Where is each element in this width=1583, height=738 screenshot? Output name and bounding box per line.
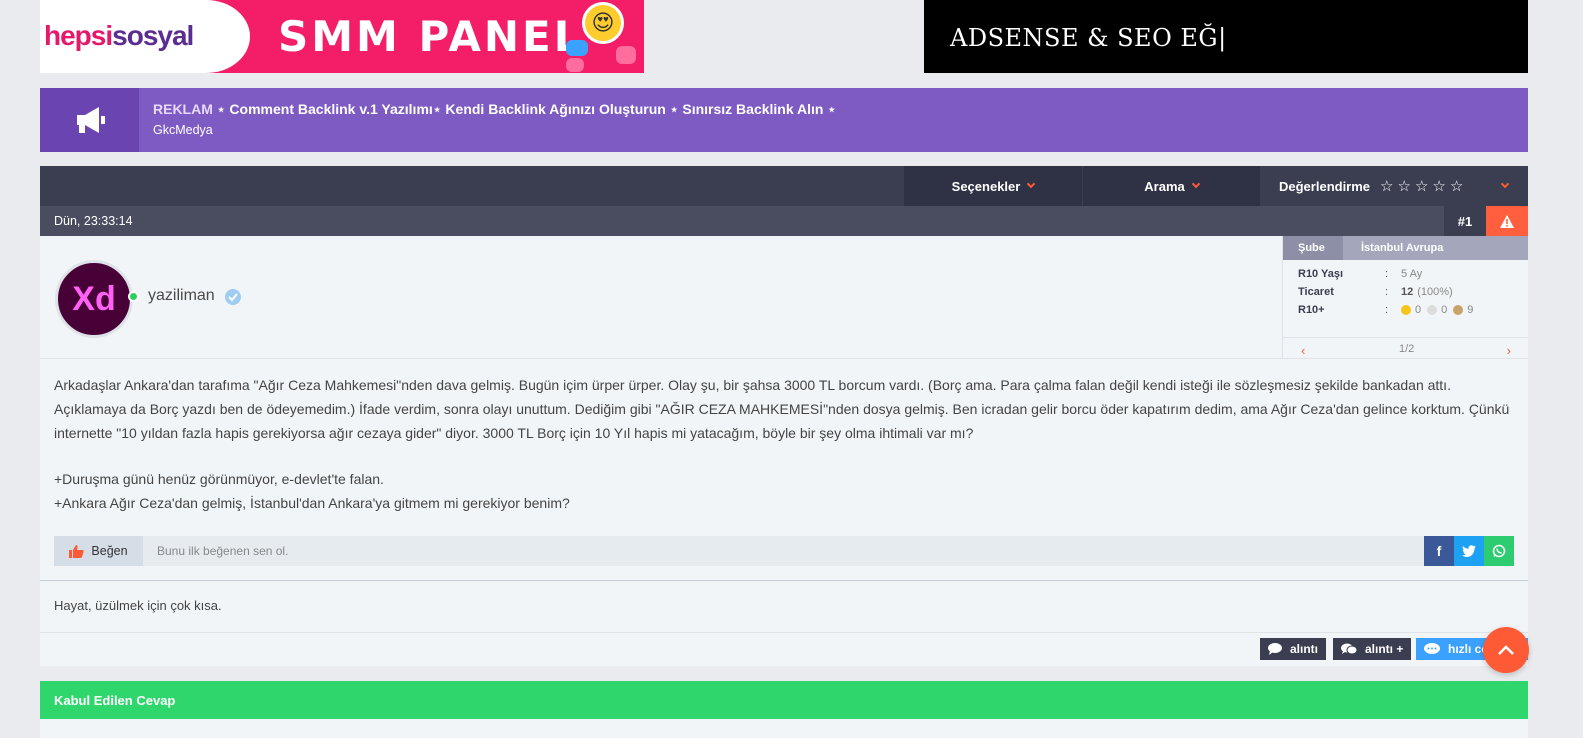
megaphone-icon xyxy=(40,88,139,152)
thumbs-up-icon xyxy=(69,544,85,558)
rating-stars[interactable]: ☆ ☆ ☆ ☆ ☆ xyxy=(1380,177,1463,195)
bronze-count: 9 xyxy=(1467,304,1474,316)
post-content: Arkadaşlar Ankara'dan tarafıma "Ağır Cez… xyxy=(54,373,1514,515)
comments-icon xyxy=(1341,643,1357,655)
username[interactable]: yaziliman xyxy=(148,287,215,305)
facebook-share-icon[interactable]: f xyxy=(1424,536,1454,566)
info-key: Ticaret xyxy=(1298,286,1334,298)
search-label: Arama xyxy=(1144,178,1185,194)
announcement-text[interactable]: REKLAM ⋆ Comment Backlink v.1 Yazılımı⋆ … xyxy=(153,101,836,118)
adsense-seo-banner[interactable]: ADSENSE & SEO EĞ| xyxy=(924,0,1528,73)
trade-count: 12 xyxy=(1401,286,1414,298)
star-icon[interactable]: ☆ xyxy=(1450,177,1463,195)
rating-label: Değerlendirme xyxy=(1279,178,1371,194)
post: Xd yaziliman Şube İstanbul Avrupa R10 Ya… xyxy=(40,236,1529,666)
info-value: 5 Ay xyxy=(1401,268,1423,280)
like-button[interactable]: Beğen xyxy=(54,536,143,566)
info-key: R10+ xyxy=(1298,304,1325,316)
post-paragraph: Arkadaşlar Ankara'dan tarafıma "Ağır Cez… xyxy=(54,377,1510,441)
comment-icon xyxy=(1268,643,1282,655)
report-warning-icon[interactable] xyxy=(1486,206,1528,236)
info-key: R10 Yaşı xyxy=(1298,268,1344,280)
info-row: R10+ : 0 0 9 xyxy=(1298,304,1473,316)
star-icon[interactable]: ☆ xyxy=(1415,177,1428,195)
info-sep: : xyxy=(1385,286,1389,298)
heart-eyes-emoji-icon: 😍 xyxy=(582,2,624,44)
star-icon[interactable]: ☆ xyxy=(1432,177,1445,195)
banner-text: ADSENSE & SEO EĞ| xyxy=(950,24,1227,52)
trade-percent: (100%) xyxy=(1417,286,1453,298)
chevron-left-icon[interactable]: ‹ xyxy=(1301,343,1305,358)
chevron-down-icon[interactable] xyxy=(1500,179,1510,189)
options-label: Seçenekler xyxy=(951,178,1021,194)
rating-dropdown[interactable]: Değerlendirme ☆ ☆ ☆ ☆ ☆ xyxy=(1261,166,1528,206)
verified-badge-icon xyxy=(223,287,243,312)
banner-title: SMM PANEL xyxy=(278,12,584,61)
multiquote-label: alıntı + xyxy=(1365,642,1404,656)
post-header: Dün, 23:33:14 #1 xyxy=(40,206,1528,236)
online-status-icon xyxy=(128,291,139,302)
hepsisosyal-logo: hepsisosyal xyxy=(44,20,194,51)
gold-count: 0 xyxy=(1415,304,1422,316)
accepted-answer-label: Kabul Edilen Cevap xyxy=(54,693,176,708)
accepted-answer-body xyxy=(40,719,1528,738)
avatar[interactable]: Xd xyxy=(55,260,133,338)
post-paragraph: +Ankara Ağır Ceza'dan gelmiş, İstanbul'd… xyxy=(54,495,570,511)
info-sep: : xyxy=(1385,268,1389,280)
avatar-text: Xd xyxy=(72,279,116,318)
info-value: 12 (100%) xyxy=(1401,286,1453,298)
announcement-tag: REKLAM xyxy=(153,101,213,117)
like-bubble-icon xyxy=(566,40,588,56)
chevron-down-icon xyxy=(1191,179,1200,189)
post-number[interactable]: #1 xyxy=(1444,206,1486,236)
branch-value: İstanbul Avrupa xyxy=(1343,236,1528,260)
bronze-medal-icon xyxy=(1453,305,1464,315)
announcement-bar[interactable]: REKLAM ⋆ Comment Backlink v.1 Yazılımı⋆ … xyxy=(40,88,1528,152)
chevron-down-icon xyxy=(1027,179,1036,189)
announcement-author[interactable]: GkcMedya xyxy=(153,123,213,137)
pager-label: 1/2 xyxy=(1399,343,1415,355)
multiquote-button[interactable]: alıntı + xyxy=(1333,638,1412,660)
like-label: Beğen xyxy=(91,544,128,558)
thread-toolbar: Seçenekler Arama Değerlendirme ☆ ☆ ☆ ☆ ☆ xyxy=(40,166,1528,206)
whatsapp-share-icon[interactable] xyxy=(1484,536,1514,566)
chevron-right-icon[interactable]: › xyxy=(1507,343,1511,358)
star-icon[interactable]: ☆ xyxy=(1380,177,1393,195)
accepted-answer-header: Kabul Edilen Cevap xyxy=(40,681,1528,719)
silver-count: 0 xyxy=(1441,304,1448,316)
chevron-up-icon xyxy=(1498,645,1514,655)
smm-panel-banner[interactable]: hepsisosyal SMM PANEL 😍 xyxy=(40,0,644,73)
silver-medal-icon xyxy=(1427,305,1438,315)
info-pager: ‹ 1/2 › xyxy=(1283,337,1529,359)
info-sep: : xyxy=(1385,304,1389,316)
gold-medal-icon xyxy=(1401,305,1411,315)
quote-label: alıntı xyxy=(1290,642,1319,656)
info-value: 0 0 9 xyxy=(1401,304,1473,316)
like-hint: Bunu ilk beğenen sen ol. xyxy=(157,544,289,558)
chat-dots-icon xyxy=(1424,643,1440,654)
options-dropdown[interactable]: Seçenekler xyxy=(904,166,1082,206)
info-row: R10 Yaşı : 5 Ay xyxy=(1298,268,1422,280)
twitter-share-icon[interactable] xyxy=(1454,536,1484,566)
signature-divider xyxy=(40,580,1528,581)
branch-header: Şube İstanbul Avrupa xyxy=(1283,236,1528,260)
heart-bubble-icon xyxy=(566,58,584,72)
quote-button[interactable]: alıntı xyxy=(1260,638,1327,660)
post-date: Dün, 23:33:14 xyxy=(54,214,133,228)
divider xyxy=(40,632,1528,633)
signature: Hayat, üzülmek için çok kısa. xyxy=(54,598,222,613)
post-author: Xd yaziliman xyxy=(40,236,1282,359)
post-paragraph: +Duruşma günü henüz görünmüyor, e-devlet… xyxy=(54,471,384,487)
scroll-to-top-button[interactable] xyxy=(1483,627,1529,673)
branch-key: Şube xyxy=(1283,236,1343,260)
heart-bubble-icon xyxy=(616,46,636,64)
user-info-box: Şube İstanbul Avrupa R10 Yaşı : 5 Ay Tic… xyxy=(1282,236,1529,359)
star-icon[interactable]: ☆ xyxy=(1398,177,1411,195)
info-row: Ticaret : 12 (100%) xyxy=(1298,286,1453,298)
search-dropdown[interactable]: Arama xyxy=(1083,166,1260,206)
like-bar: Beğen Bunu ilk beğenen sen ol. f xyxy=(54,536,1514,566)
announcement-title[interactable]: ⋆ Comment Backlink v.1 Yazılımı⋆ Kendi B… xyxy=(217,101,836,117)
